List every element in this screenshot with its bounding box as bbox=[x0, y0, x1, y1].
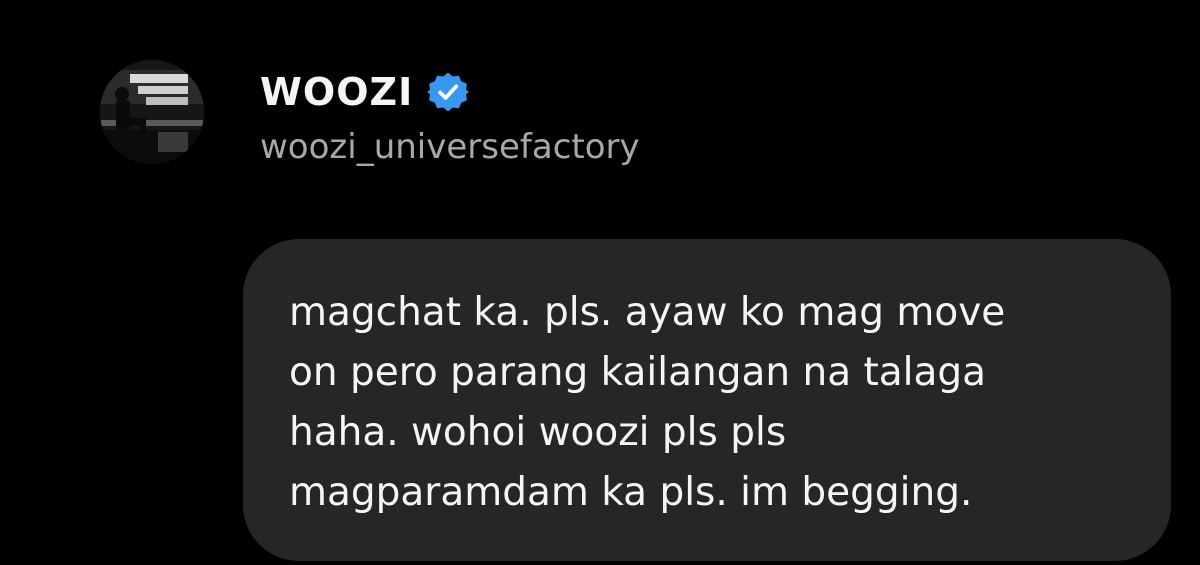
name-row: WOOZI bbox=[260, 66, 640, 118]
profile-avatar[interactable] bbox=[100, 60, 204, 164]
message-text: magchat ka. pls. ayaw ko mag move on per… bbox=[289, 290, 1006, 515]
profile-photo-icon bbox=[100, 60, 204, 164]
message-bubble[interactable]: magchat ka. pls. ayaw ko mag move on per… bbox=[243, 239, 1171, 561]
verified-badge-icon bbox=[427, 71, 470, 113]
display-name[interactable]: WOOZI bbox=[260, 66, 413, 118]
profile-header: WOOZI woozi_universefactory bbox=[260, 66, 640, 168]
username[interactable]: woozi_universefactory bbox=[260, 126, 640, 168]
